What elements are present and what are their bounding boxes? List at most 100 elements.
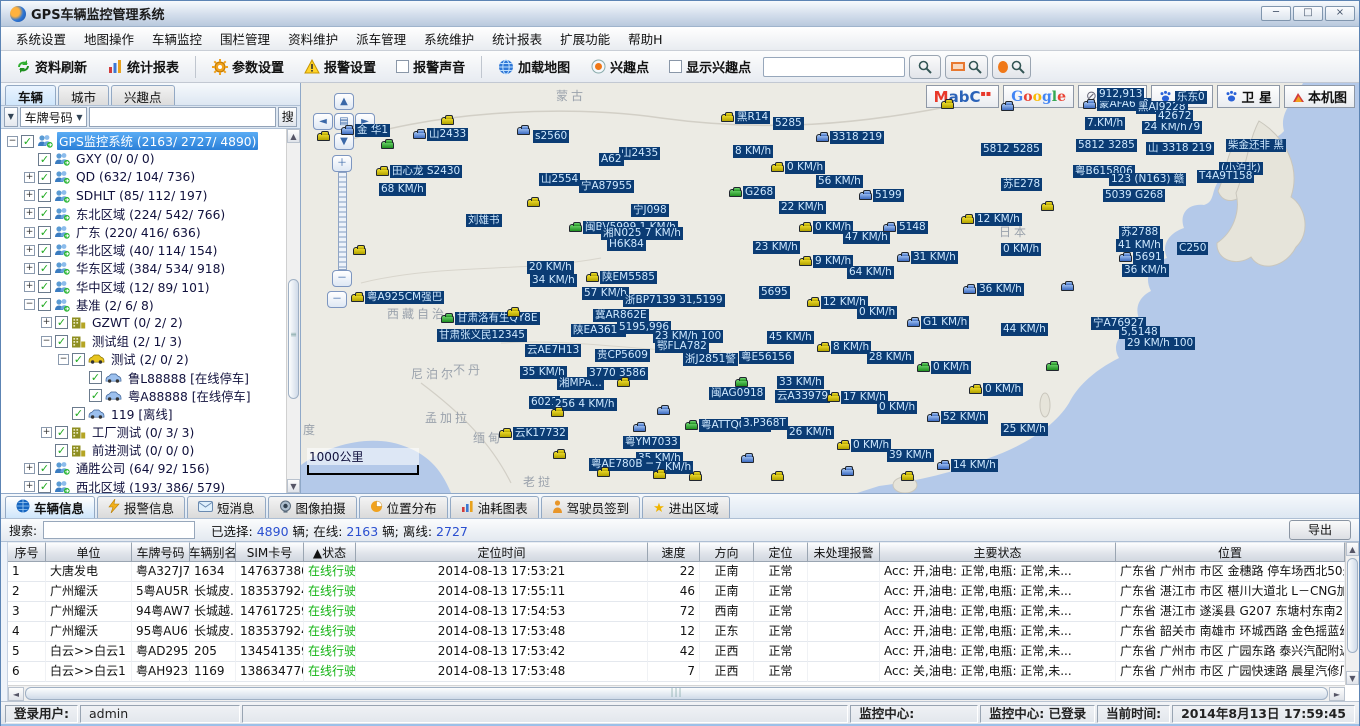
tree-checkbox[interactable]: ✓ [55, 426, 68, 439]
menu-item[interactable]: 扩展功能 [551, 27, 619, 50]
expand-toggle[interactable]: + [41, 427, 52, 438]
scroll-up-icon[interactable]: ▲ [1346, 542, 1359, 556]
vehicle-marker[interactable]: 64 KM/h [847, 266, 894, 279]
tree-item[interactable]: −✓GPS监控系统 (2163/ 2727/ 4890) [3, 132, 300, 150]
expand-toggle[interactable]: + [41, 317, 52, 328]
vehicle-marker[interactable]: 粤A925CM强巴 [351, 291, 444, 304]
tree-item[interactable]: +✓SDHLT (85/ 112/ 197) [3, 187, 300, 205]
vehicle-marker[interactable]: 陕EM5585 [586, 271, 657, 284]
pan-left-button[interactable]: ◄ [313, 113, 333, 130]
tree-item[interactable]: +✓通胜公司 (64/ 92/ 156) [3, 459, 300, 477]
tab-短消息[interactable]: 短消息 [187, 496, 266, 518]
tree-item[interactable]: −✓测试 (2/ 0/ 2) [3, 350, 300, 368]
vehicle-marker[interactable]: 甘肃张义民12345 [437, 329, 527, 342]
menu-item[interactable]: 地图操作 [75, 27, 143, 50]
show-poi-checkbox[interactable] [669, 60, 682, 73]
vehicle-marker[interactable]: 0 KM/h [1001, 243, 1041, 256]
expand-toggle[interactable]: + [24, 245, 35, 256]
tree-item[interactable]: +✓广东 (220/ 416/ 636) [3, 223, 300, 241]
tree-item[interactable]: ✓粤A88888 [在线停车] [3, 387, 300, 405]
tab-位置分布[interactable]: 位置分布 [359, 496, 448, 518]
vehicle-marker[interactable]: 0 KM/h [877, 401, 917, 414]
tree-checkbox[interactable]: ✓ [55, 316, 68, 329]
vehicle-marker[interactable]: 912,913 [1097, 88, 1144, 101]
vehicle-marker[interactable]: 5148 [883, 221, 928, 234]
vehicle-marker[interactable]: 42672 [1156, 110, 1193, 123]
vehicle-marker[interactable]: 7.KM/h [1085, 117, 1125, 130]
map-provider-mapabc[interactable]: MabC▪▪ [926, 85, 1000, 108]
vehicle-marker[interactable] [507, 309, 520, 317]
vehicle-marker[interactable]: 26 KM/h [787, 426, 834, 439]
report-button[interactable]: 统计报表 [99, 53, 187, 80]
vehicle-marker[interactable]: 9 KM/h [799, 255, 853, 268]
tree-checkbox[interactable]: ✓ [38, 462, 51, 475]
vehicle-marker[interactable]: 8 KM/h [733, 145, 773, 158]
expand-toggle[interactable]: + [24, 190, 35, 201]
menu-item[interactable]: 派车管理 [347, 27, 415, 50]
tree-checkbox[interactable]: ✓ [38, 480, 51, 493]
column-header[interactable]: 车辆别名 [190, 542, 236, 562]
alarm-settings-button[interactable]: 报警设置 [296, 53, 384, 80]
vehicle-marker[interactable]: 浙BP7139 31,5199 [623, 294, 725, 307]
vehicle-marker[interactable] [1046, 363, 1059, 371]
vehicle-marker[interactable]: T4A9T158 [1197, 170, 1254, 183]
vehicle-marker[interactable] [771, 473, 784, 481]
table-row[interactable]: 6白云>>白云1粤AH9231116913863477010在线行驶2014-0… [8, 662, 1359, 682]
vehicle-marker[interactable] [633, 424, 646, 432]
table-row[interactable]: 3广州耀沃94粤AW7P...长城越...14761725931在线行驶2014… [8, 602, 1359, 622]
vehicle-marker[interactable]: 14 KM/h [937, 459, 998, 472]
vehicle-marker[interactable]: 31 KM/h [897, 251, 958, 264]
table-row[interactable]: 4广州耀沃95粤AU6R38长城皮...18353792468在线行驶2014-… [8, 622, 1359, 642]
vehicle-marker[interactable]: 0 KM/h [837, 439, 891, 452]
vehicle-marker[interactable]: 44 KM/h [1001, 323, 1048, 336]
alarm-sound-checkbox[interactable] [396, 60, 409, 73]
vehicle-marker[interactable] [689, 473, 702, 481]
vehicle-marker[interactable]: H6K84 [607, 238, 646, 251]
tab-驾驶员签到[interactable]: 驾驶员签到 [541, 496, 641, 518]
vehicle-marker[interactable]: 56 KM/h [816, 175, 863, 188]
vehicle-marker[interactable]: 苏E278 [1001, 178, 1042, 191]
column-header[interactable]: SIM卡号 [236, 542, 304, 562]
zoom-in-button[interactable]: ＋ [332, 155, 352, 172]
tab-报警信息[interactable]: 报警信息 [97, 496, 185, 518]
vehicle-marker[interactable]: 金 华1 [341, 124, 390, 137]
scroll-down-icon[interactable]: ▼ [1346, 671, 1359, 685]
vehicle-marker[interactable]: 田心龙 S2430 [376, 165, 462, 178]
scroll-up-icon[interactable]: ▲ [287, 129, 300, 143]
vehicle-marker[interactable] [653, 471, 666, 479]
vehicle-marker[interactable]: 甘肃洛有生QY8E [441, 312, 540, 325]
vehicle-marker[interactable]: 52 KM/h [927, 411, 988, 424]
vehicle-marker[interactable] [657, 407, 670, 415]
params-button[interactable]: 参数设置 [204, 53, 292, 80]
vehicle-marker[interactable]: 34 KM/h [530, 274, 577, 287]
tree-checkbox[interactable]: ✓ [38, 262, 51, 275]
toolbar-search-input[interactable] [763, 57, 905, 77]
column-header[interactable]: 方向 [700, 542, 754, 562]
poi-search-button[interactable] [992, 55, 1031, 79]
menu-item[interactable]: 资料维护 [279, 27, 347, 50]
column-header[interactable]: 主要状态 [880, 542, 1116, 562]
vehicle-marker[interactable]: 刘雄书 [466, 214, 502, 227]
vehicle-marker[interactable]: 粤YM7033 [623, 436, 680, 449]
tree-item[interactable]: +✓东北区域 (224/ 542/ 766) [3, 205, 300, 223]
vehicle-marker[interactable]: 33 KM/h [777, 376, 824, 389]
vehicle-marker[interactable]: 57 KM/h [582, 287, 629, 300]
tree-scroll-thumb[interactable]: ≡ [288, 279, 299, 399]
vehicle-marker[interactable]: 3.P368T [741, 417, 788, 430]
tree-checkbox[interactable]: ✓ [72, 353, 85, 366]
load-map-button[interactable]: 加载地图 [490, 53, 578, 80]
vehicle-marker[interactable] [741, 455, 754, 463]
tree-item[interactable]: −✓测试组 (2/ 1/ 3) [3, 332, 300, 350]
menu-item[interactable]: 车辆监控 [143, 27, 211, 50]
close-button[interactable]: × [1325, 6, 1355, 21]
vehicle-marker[interactable]: 山 3318 219 [1146, 142, 1214, 155]
search-field-combo[interactable]: 车牌号码 ▼ [20, 107, 88, 127]
poi-button[interactable]: 兴趣点 [582, 53, 657, 80]
expand-toggle[interactable]: − [7, 136, 18, 147]
pan-up-button[interactable]: ▲ [334, 93, 354, 110]
vehicle-marker[interactable]: 云K17732 [499, 427, 568, 440]
vehicle-marker[interactable]: 36 KM/h [963, 283, 1024, 296]
column-header[interactable]: 车牌号码 [132, 542, 190, 562]
area-search-button[interactable] [945, 55, 988, 79]
menu-item[interactable]: 帮助H [619, 27, 671, 50]
